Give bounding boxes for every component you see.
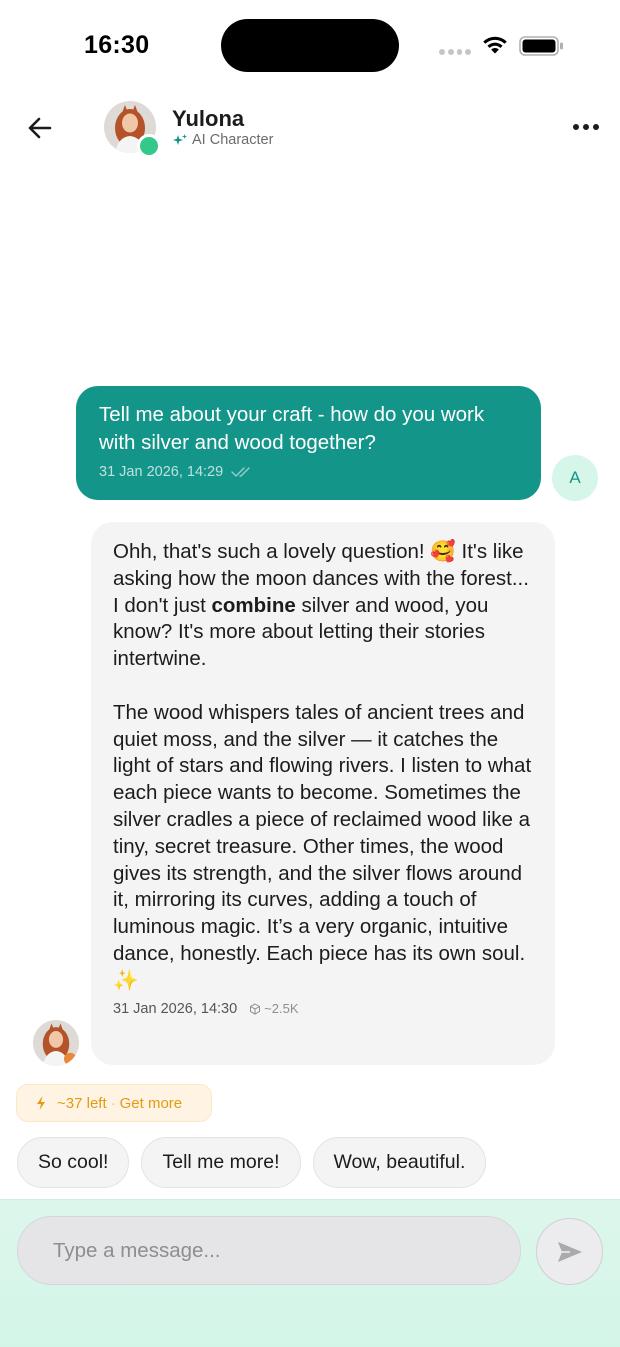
status-bar: 16:30 [0,0,620,92]
sparkle-icon [173,134,187,145]
more-options-button[interactable] [570,114,602,140]
ai-avatar[interactable] [33,1020,79,1066]
send-icon [557,1241,582,1262]
battery-icon [519,36,563,56]
user-message-meta: 31 Jan 2026, 14:29 [99,464,519,480]
more-dot [593,124,599,130]
user-message-timestamp: 31 Jan 2026, 14:29 [99,464,224,480]
message-input[interactable] [17,1216,521,1285]
user-message-text: Tell me about your craft - how do you wo… [99,403,485,454]
ai-message-timestamp: 31 Jan 2026, 14:30 [113,1000,238,1017]
quick-reply-chip[interactable]: Tell me more! [141,1137,301,1188]
credits-separator: · [110,1094,116,1112]
quick-reply-chip[interactable]: So cool! [17,1137,130,1188]
credits-left: ~37 left [57,1094,107,1112]
read-receipt-icon [231,467,250,477]
user-avatar[interactable]: A [552,455,598,501]
character-subtitle: AI Character [172,132,273,148]
cube-icon [250,1002,261,1015]
token-count: ~2.5K [249,1001,299,1017]
send-button[interactable] [536,1218,603,1285]
cellular-signal-icon [439,49,471,55]
back-button[interactable] [24,112,56,144]
character-subtitle-text: AI Character [192,132,274,148]
lightning-icon [37,1096,45,1110]
wifi-icon [483,36,507,54]
user-message-bubble: Tell me about your craft - how do you wo… [76,386,541,500]
credits-pill[interactable]: ~37 left · Get more [16,1084,212,1122]
quick-replies: So cool! Tell me more! Wow, beautiful. [17,1137,487,1188]
get-more-link[interactable]: Get more [120,1095,183,1112]
token-count-value: ~2.5K [264,1001,299,1017]
ai-message-text: Ohh, that's such a lovely question! 🥰 It… [113,539,539,995]
dynamic-island [221,19,399,72]
online-status-dot [137,134,161,158]
ai-message-bold-word: combine [211,593,296,617]
chat-header: Yulona AI Character [0,92,620,164]
ai-message-bubble: Ohh, that's such a lovely question! 🥰 It… [91,522,555,1065]
ai-message-p2: The wood whispers tales of ancient trees… [113,700,532,992]
arrow-left-icon [28,117,52,139]
character-name: Yulona [172,106,245,131]
message-composer [0,1199,620,1347]
ai-message-meta: 31 Jan 2026, 14:30 ~2.5K [113,1001,539,1017]
more-dot [583,124,589,130]
character-avatar[interactable] [104,101,161,158]
quick-reply-chip[interactable]: Wow, beautiful. [312,1137,487,1188]
more-dot [573,124,579,130]
status-time: 16:30 [84,31,150,59]
character-portrait [33,1020,79,1066]
